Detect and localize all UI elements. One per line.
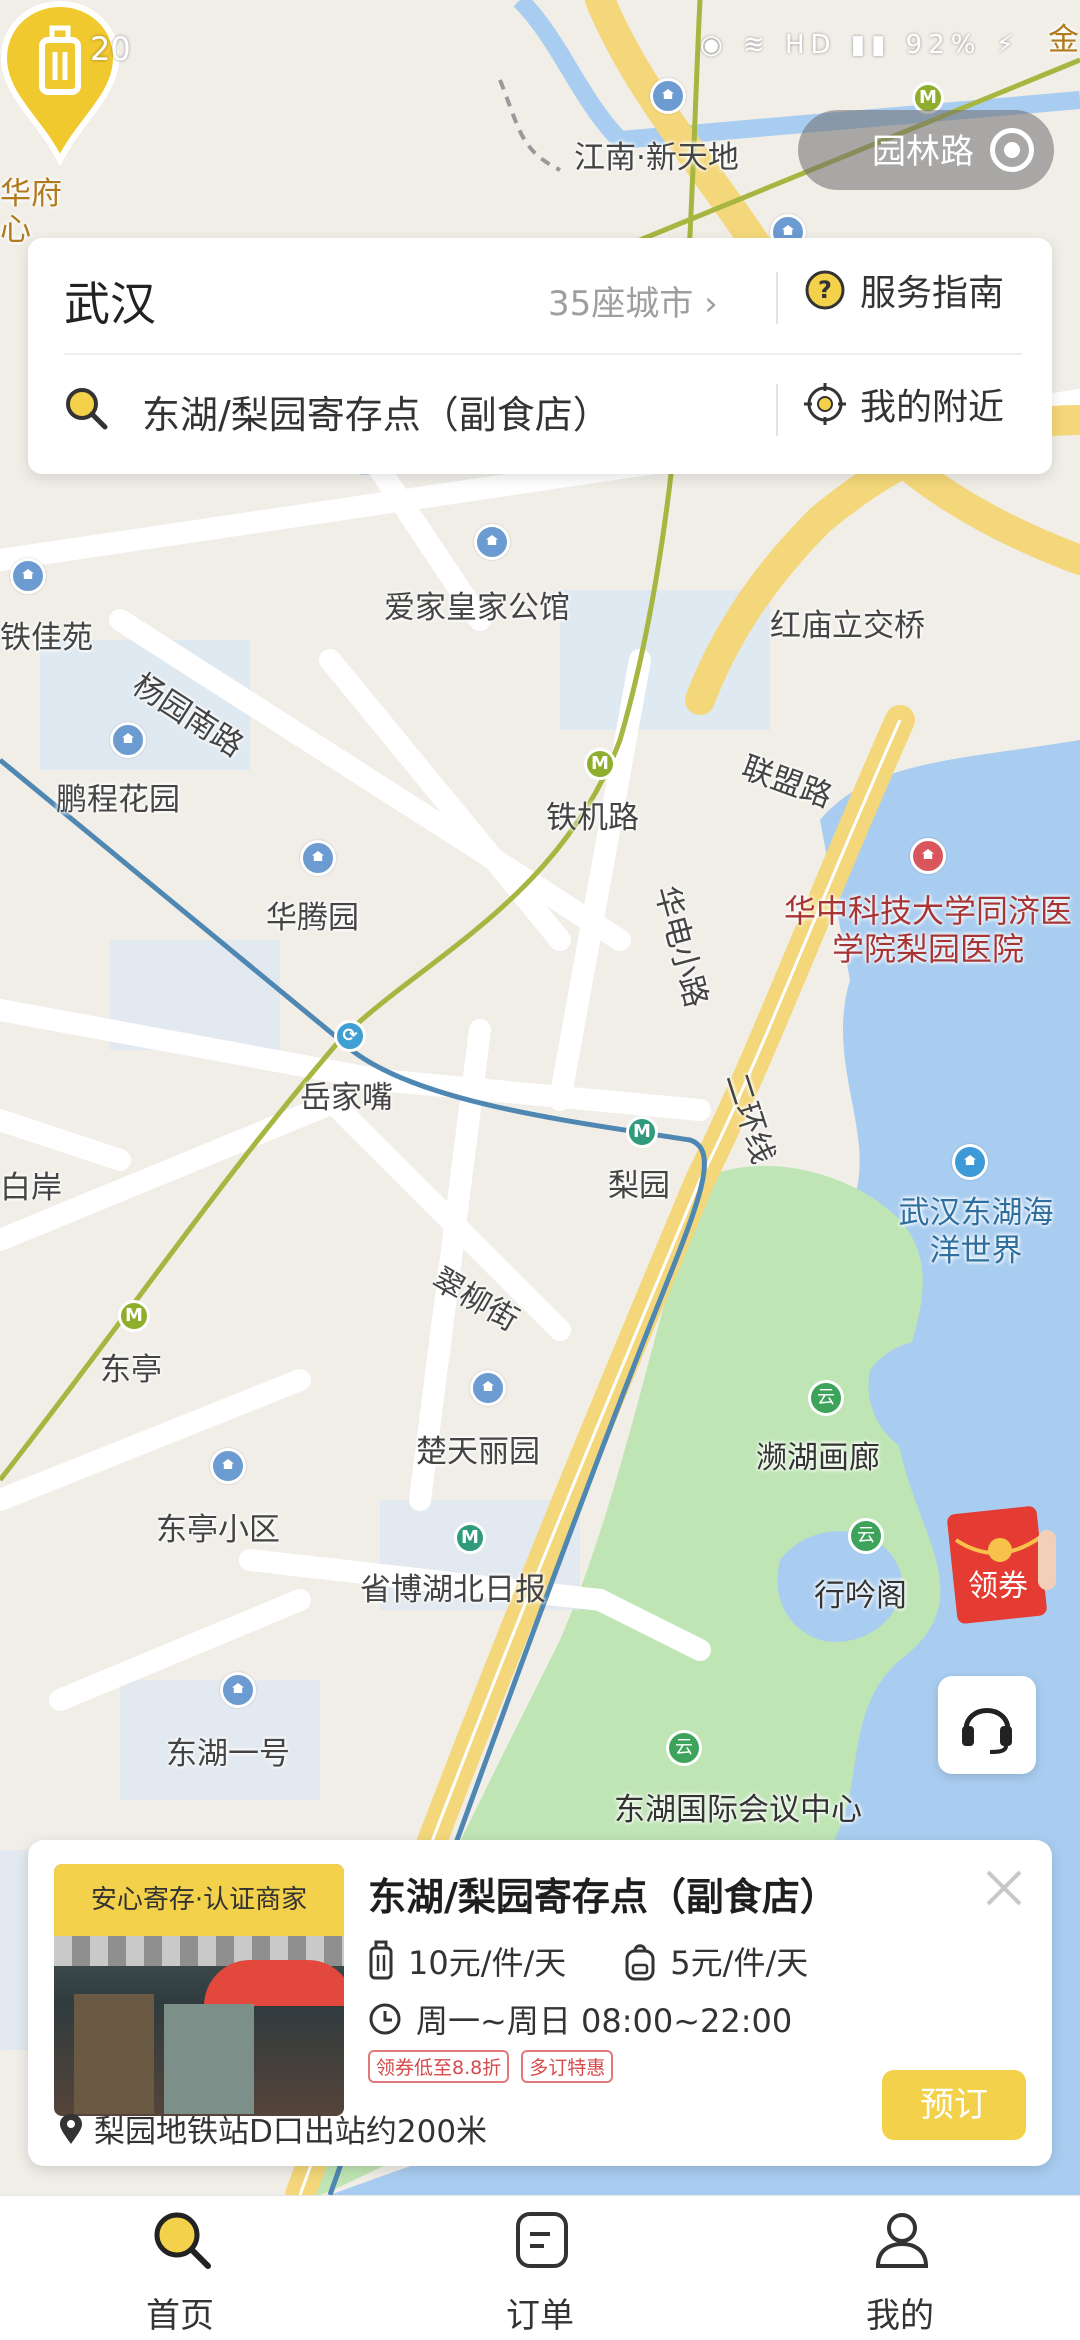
poi-home-icon [110,722,146,758]
metro-station-icon: M [454,1522,486,1554]
svg-text:?: ? [818,276,832,304]
promo-tag: 多订特惠 [521,2050,614,2083]
price-row: 10元/件/天 5元/件/天 [368,1938,866,1984]
map-label: 梨园 [608,1168,670,1204]
map-label: 濒湖画廊 [756,1440,880,1476]
map-label: 东湖一号 [166,1736,290,1772]
poi-home-icon [220,1672,256,1708]
location-pill[interactable]: 园林路 [798,110,1054,190]
map-label: 省博湖北日报 [360,1572,546,1608]
map-label: 白岸 [0,1170,62,1206]
poi-home-icon [300,840,336,876]
promo-tags: 领券低至8.8折 多订特惠 [368,2050,625,2083]
store-name: 东湖/梨园寄存点（副食店） [368,1875,838,1919]
poi-home-icon [210,1448,246,1484]
search-icon [154,2212,211,2269]
question-icon: ? [805,270,845,310]
backpack-icon [625,1944,655,1981]
headset-icon [962,1708,1012,1754]
bottom-nav: 首页 订单 我的 [0,2195,1080,2340]
bag-price: 5元/件/天 [624,1938,808,1984]
scenic-spot-icon: 云 [666,1730,702,1766]
locate-icon[interactable] [990,128,1034,172]
coupon-label: 领券 [968,1569,1028,1604]
luggage-price: 10元/件/天 [368,1938,566,1984]
scenic-spot-icon: 云 [848,1518,884,1554]
metro-station-icon: ⟳ [334,1020,366,1052]
map-label: 华腾园 [266,900,359,936]
scenic-spot-icon: 云 [808,1380,844,1416]
nearby-button[interactable]: 我的附近 [804,374,1004,434]
map-label-ocean: 武汉东湖海洋世界 [898,1195,1054,1269]
map-label: 心 [0,212,31,248]
customer-service-button[interactable] [938,1676,1036,1774]
divider [776,272,778,324]
luggage-icon [369,1940,393,1980]
promo-tag: 领券低至8.8折 [368,2050,510,2083]
city-count-link[interactable]: 35座城市 › [548,276,718,325]
map-label: 铁机路 [546,800,639,836]
user-icon [875,2213,929,2268]
store-photo: 安心寄存·认证商家 [54,1864,344,2116]
divider [776,384,778,436]
store-address: 梨园地铁站D口出站约200米 [58,2106,487,2151]
bag-price-label: 5元/件/天 [670,1944,809,1982]
status-time: 20 [90,30,131,68]
metro-station-icon: M [118,1300,150,1332]
service-guide-label: 服务指南 [860,273,1005,314]
nav-home[interactable]: 首页 [80,2196,280,2340]
map-label-hospital: 华中科技大学同济医学院梨园医院 [783,892,1072,968]
metro-station-icon: M [584,748,616,780]
map-label: 东湖国际会议中心 [614,1792,862,1828]
status-icons: ◉ ≋ HD ▮▮ 92% ⚡ [699,30,1020,60]
battery-level: 92% [905,30,982,60]
nav-home-label: 首页 [146,2296,214,2336]
close-icon[interactable] [982,1866,1026,1910]
nav-mine-label: 我的 [866,2296,934,2336]
city-count-label: 35座城市 [548,284,694,324]
status-bar: 20 ◉ ≋ HD ▮▮ 92% ⚡ [0,0,1080,100]
map-label: 行吟阁 [814,1578,907,1614]
search-input[interactable]: 东湖/梨园寄存点（副食店） [142,384,611,439]
order-list-icon [516,2212,568,2268]
luggage-price-label: 10元/件/天 [408,1944,567,1982]
map-label: 铁佳苑 [0,620,93,656]
certified-badge: 安心寄存·认证商家 [54,1864,344,1936]
metro-station-icon: M [626,1116,658,1148]
crosshair-icon [804,383,846,425]
nav-orders-label: 订单 [506,2296,574,2336]
map-label: 东亭 [100,1352,162,1388]
poi-home-icon [10,558,46,594]
map-label: 东亭小区 [156,1512,280,1548]
location-pin-icon [60,2113,82,2144]
nav-orders[interactable]: 订单 [440,2196,640,2340]
nav-mine[interactable]: 我的 [800,2196,1000,2340]
service-guide-button[interactable]: ? 服务指南 [804,260,1004,320]
clock-icon [369,2003,401,2035]
search-card: 武汉 35座城市 › ? 服务指南 东湖/梨园寄存点（副食店） 我的附近 [28,238,1052,474]
nearby-label: 我的附近 [860,387,1005,428]
book-button[interactable]: 预订 [882,2070,1026,2140]
address-label: 梨园地铁站D口出站约200米 [94,2114,488,2150]
divider [64,353,1022,355]
city-selector[interactable]: 武汉 [64,268,156,334]
poi-home-icon [474,524,510,560]
map-label: 岳家嘴 [300,1080,393,1116]
search-icon [66,388,108,430]
chevron-right-icon: › [704,284,718,324]
hours-label: 周一~周日 08:00~22:00 [416,2002,793,2040]
coupon-button[interactable]: 领券 [946,1500,1056,1630]
poi-hospital-icon [910,838,946,874]
store-card[interactable]: 安心寄存·认证商家 东湖/梨园寄存点（副食店） 10元/件/天 5元/件/天 周… [28,1840,1052,2166]
poi-home-icon [470,1370,506,1406]
map-label: 爱家皇家公馆 [384,590,570,626]
map-label: 楚天丽园 [416,1434,540,1470]
map-label: 鹏程花园 [56,782,180,818]
poi-aquarium-icon [952,1144,988,1180]
opening-hours: 周一~周日 08:00~22:00 [368,1996,792,2042]
location-pill-label: 园林路 [872,132,974,172]
map-label: 江南·新天地 [574,140,739,176]
map-label: 红庙立交桥 [770,608,925,644]
